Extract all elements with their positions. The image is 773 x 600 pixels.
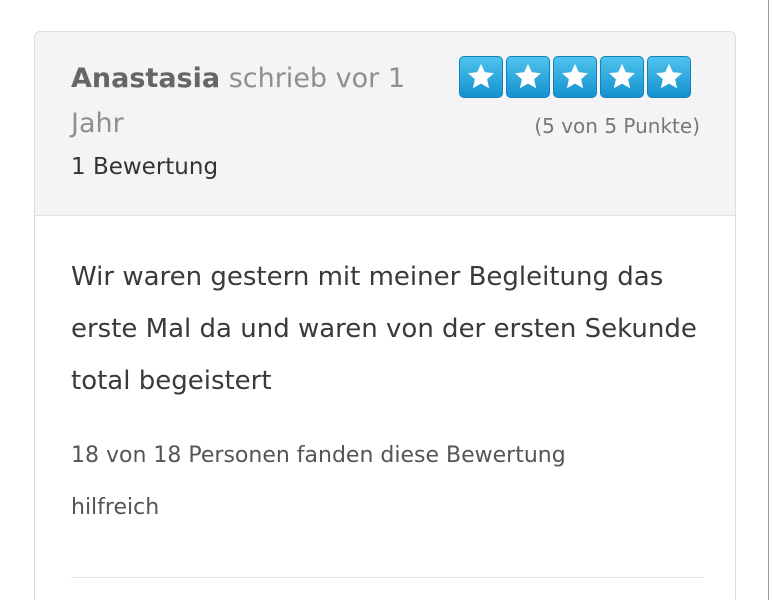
- author-name[interactable]: Anastasia: [71, 63, 220, 94]
- star-icon: [647, 56, 691, 98]
- page: Anastasia schrieb vor 1 Jahr 1 Bewertung: [0, 0, 773, 600]
- helpful-count: 18 von 18 Personen fanden diese Bewertun…: [71, 443, 566, 520]
- star-icon: [600, 56, 644, 98]
- author-line: Anastasia schrieb vor 1 Jahr: [71, 56, 411, 146]
- star-icon: [553, 56, 597, 98]
- star-icon: [506, 56, 550, 98]
- star-rating: [459, 56, 691, 98]
- review-card: Anastasia schrieb vor 1 Jahr 1 Bewertung: [34, 31, 736, 600]
- rating-text: (5 von 5 Punkte): [534, 114, 700, 138]
- review-header: Anastasia schrieb vor 1 Jahr 1 Bewertung: [35, 32, 735, 216]
- star-icon: [459, 56, 503, 98]
- divider: [71, 577, 703, 578]
- author-review-count[interactable]: 1 Bewertung: [71, 150, 218, 184]
- review-text: Wir waren gestern mit meiner Begleitung …: [71, 262, 697, 396]
- scrollbar-edge: [768, 0, 769, 600]
